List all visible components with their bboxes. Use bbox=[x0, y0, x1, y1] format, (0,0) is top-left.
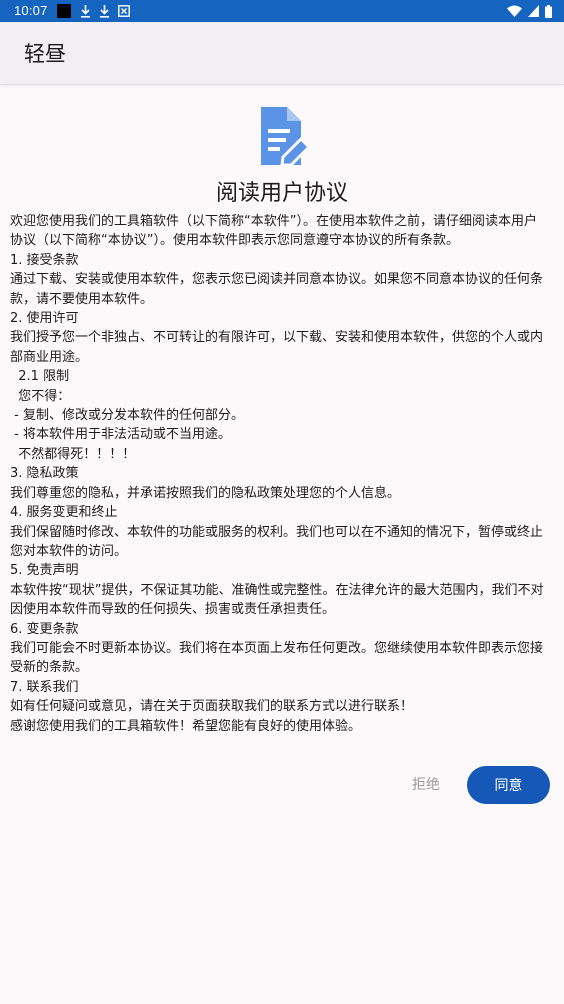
agreement-line: 您对本软件的访问。 bbox=[10, 543, 128, 559]
battery-icon bbox=[545, 4, 552, 18]
agreement-line: 协议（以下简称“本协议”）。使用本软件即表示您同意遵守本协议的所有条款。 bbox=[10, 233, 459, 249]
agreement-line: 不然都得死！！！！ bbox=[10, 446, 136, 462]
agreement-line: 因使用本软件而导致的任何损失、损害或责任承担责任。 bbox=[10, 602, 336, 618]
section-heading: 6. 变更条款 bbox=[10, 621, 79, 637]
subsection-heading: 2.1 限制 bbox=[10, 369, 70, 385]
agreement-line: 感谢您使用我们的工具箱软件！希望您能有良好的使用体验。 bbox=[10, 718, 362, 734]
wifi-icon bbox=[507, 5, 522, 17]
section-heading: 7. 联系我们 bbox=[10, 679, 79, 695]
agreement-line: 本软件按“现状”提供，不保证其功能、准确性或完整性。在法律允许的最大范围内，我们… bbox=[10, 582, 544, 598]
agreement-line: 我们保留随时修改、本软件的功能或服务的权利。我们也可以在不通知的情况下，暂停或终… bbox=[10, 524, 544, 540]
black-square-icon bbox=[57, 4, 71, 18]
agreement-line: 我们尊重您的隐私，并承诺按照我们的隐私政策处理您的个人信息。 bbox=[10, 485, 401, 501]
agreement-line: 我们授予您一个非独占、不可转让的有限许可，以下载、安装和使用本软件，供您的个人或… bbox=[10, 330, 544, 346]
download-icon bbox=[81, 4, 90, 18]
agree-button[interactable]: 同意 bbox=[467, 766, 550, 804]
agreement-line: 受新的条款。 bbox=[10, 660, 89, 676]
agreement-line: - 将本软件用于非法活动或不当用途。 bbox=[10, 427, 231, 443]
status-time: 10:07 bbox=[14, 3, 48, 18]
agreement-line: - 复制、修改或分发本软件的任何部分。 bbox=[10, 408, 244, 424]
x-box-icon bbox=[118, 5, 130, 17]
agreement-line: 通过下载、安装或使用本软件，您表示您已阅读并同意本协议。如果您不同意本协议的任何… bbox=[10, 272, 544, 288]
agreement-line: 部商业用途。 bbox=[10, 349, 89, 365]
reject-button[interactable]: 拒绝 bbox=[400, 765, 452, 803]
agreement-text: 欢迎您使用我们的工具箱软件（以下简称“本软件”）。在使用本软件之前，请仔细阅读本… bbox=[10, 212, 556, 736]
section-heading: 5. 免责声明 bbox=[10, 563, 79, 579]
signal-icon bbox=[528, 5, 539, 17]
agreement-line: 如有任何疑问或意见，请在关于页面获取我们的联系方式以进行联系！ bbox=[10, 699, 414, 715]
app-title: 轻昼 bbox=[24, 42, 66, 66]
status-bar: 10:07 bbox=[0, 0, 564, 22]
download-icon bbox=[100, 4, 109, 18]
section-heading: 1. 接受条款 bbox=[10, 252, 79, 268]
section-heading: 3. 隐私政策 bbox=[10, 466, 79, 482]
section-heading: 4. 服务变更和终止 bbox=[10, 505, 118, 521]
agreement-line: 我们可能会不时更新本协议。我们将在本页面上发布任何更改。您继续使用本软件即表示您… bbox=[10, 640, 544, 656]
agreement-title: 阅读用户协议 bbox=[215, 181, 348, 206]
agreement-line: 欢迎您使用我们的工具箱软件（以下简称“本软件”）。在使用本软件之前，请仔细阅读本… bbox=[10, 214, 537, 229]
agreement-line: 您不得： bbox=[10, 388, 71, 404]
section-heading: 2. 使用许可 bbox=[10, 311, 79, 327]
system-icons bbox=[501, 3, 552, 19]
agreement-line: 款，请不要使用本软件。 bbox=[10, 291, 154, 307]
document-edit-icon bbox=[261, 107, 311, 165]
app-bar: 轻昼 bbox=[0, 22, 564, 85]
notification-icons bbox=[57, 3, 138, 19]
